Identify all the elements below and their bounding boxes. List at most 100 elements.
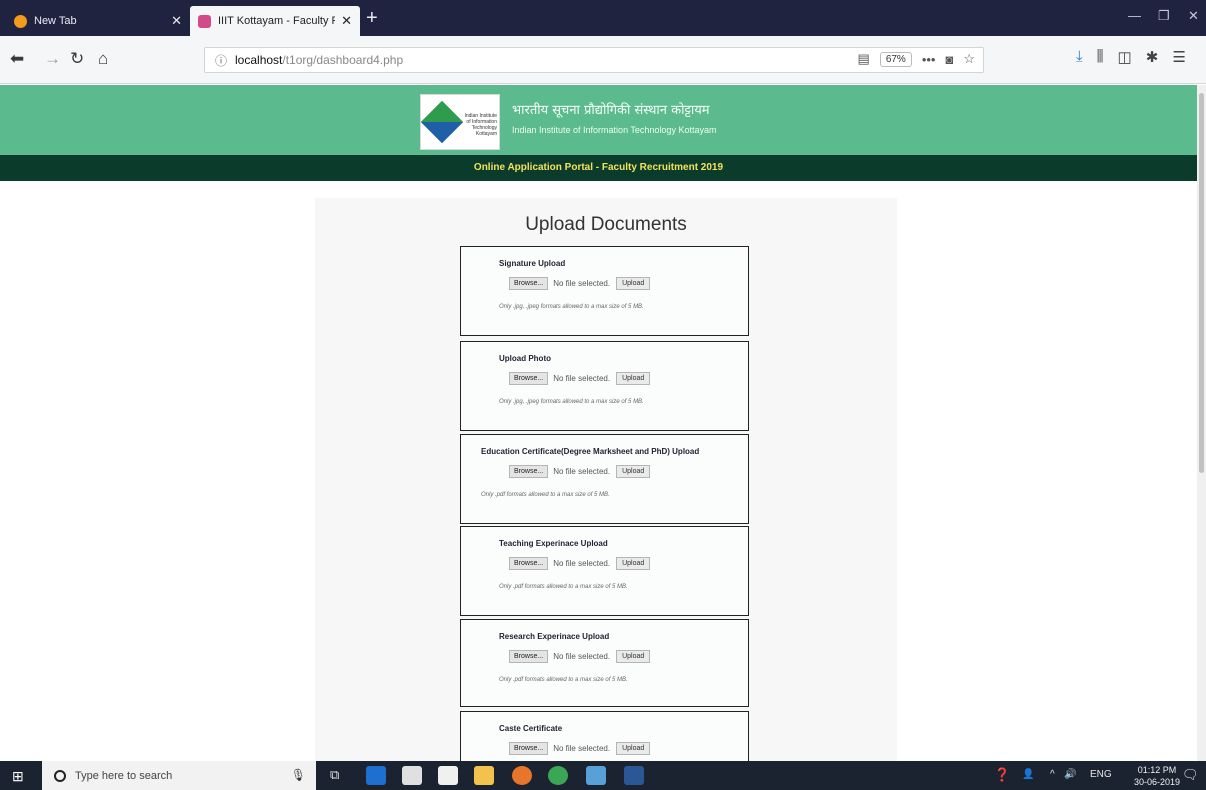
browse-button[interactable]: Browse... xyxy=(509,742,549,755)
upload-panel: Upload Documents Signature Upload Browse… xyxy=(315,198,897,771)
page-title: Upload Documents xyxy=(525,214,687,235)
upload-card-label: Teaching Experinace Upload xyxy=(499,539,608,548)
file-input-row: Browse... No file selected. Upload xyxy=(509,650,651,663)
browse-button[interactable]: Browse... xyxy=(509,557,549,570)
file-input-row: Browse... No file selected. Upload xyxy=(509,742,651,755)
help-icon[interactable]: ❓ xyxy=(994,767,1010,783)
reload-icon[interactable]: ↻ xyxy=(70,47,84,71)
sidebar-icon[interactable]: ◫ xyxy=(1118,48,1132,66)
format-hint: Only .jpg, .jpeg formats allowed to a ma… xyxy=(499,304,644,310)
site-favicon-icon xyxy=(198,14,211,28)
address-bar[interactable]: ⓘ localhost /t1org/dashboard4.php ▤ 67% … xyxy=(204,47,984,73)
portal-banner-text: Online Application Portal - Faculty Recr… xyxy=(473,162,724,173)
close-window-icon[interactable]: ✕ xyxy=(1188,8,1199,24)
upload-card-teaching: Teaching Experinace Upload Browse... No … xyxy=(460,526,749,616)
file-input-row: Browse... No file selected. Upload xyxy=(509,277,651,290)
tab-label: IIIT Kottayam - Faculty Recruitm xyxy=(218,15,335,27)
library-icon[interactable]: ⫼ xyxy=(1097,48,1104,66)
notification-icon[interactable]: 🗨 xyxy=(1182,767,1199,783)
url-path: /t1org/dashboard4.php xyxy=(282,53,404,67)
upload-card-label: Research Experinace Upload xyxy=(499,632,610,641)
forward-icon[interactable]: → xyxy=(44,47,61,71)
english-title: Indian Institute of Information Technolo… xyxy=(512,125,717,135)
upload-card-signature: Signature Upload Browse... No file selec… xyxy=(460,246,749,336)
upload-button[interactable]: Upload xyxy=(616,465,651,478)
upload-card-label: Caste Certificate xyxy=(499,724,563,733)
restore-icon[interactable]: ❐ xyxy=(1158,8,1170,24)
browse-button[interactable]: Browse... xyxy=(509,277,549,290)
app-icon[interactable] xyxy=(586,766,606,785)
format-hint: Only .pdf formats allowed to a max size … xyxy=(481,492,610,498)
upload-button[interactable]: Upload xyxy=(616,742,651,755)
taskbar-clock[interactable]: 01:12 PM 30-06-2019 xyxy=(1134,764,1180,788)
zoom-level[interactable]: 67% xyxy=(879,51,912,67)
upload-button[interactable]: Upload xyxy=(616,372,651,385)
upload-card-education: Education Certificate(Degree Marksheet a… xyxy=(460,434,749,524)
people-icon[interactable]: 👤 xyxy=(1022,769,1034,780)
close-tab-icon[interactable]: ✕ xyxy=(341,13,352,29)
firefox-icon xyxy=(14,14,27,28)
tab-iiit-kottayam[interactable]: IIIT Kottayam - Faculty Recruitm ✕ xyxy=(190,6,360,36)
toolbar-icons: ⤓ ⫼ ◫ ✱ ☰ xyxy=(1076,48,1186,66)
upload-button[interactable]: Upload xyxy=(616,650,651,663)
windows-taskbar: ⊞ Type here to search 🎙 ⧉ ❓ 👤 ^ 🔊 ENG 01… xyxy=(0,761,1206,790)
browse-button[interactable]: Browse... xyxy=(509,465,549,478)
language-indicator[interactable]: ENG xyxy=(1090,769,1112,780)
taskbar-search[interactable]: Type here to search 🎙 xyxy=(42,761,316,790)
browse-button[interactable]: Browse... xyxy=(509,372,549,385)
upload-card-research: Research Experinace Upload Browse... No … xyxy=(460,619,749,707)
cortana-icon xyxy=(54,769,66,782)
word-icon[interactable] xyxy=(624,766,644,785)
back-icon[interactable]: ⬅ xyxy=(10,47,24,71)
tab-new-tab[interactable]: New Tab ✕ xyxy=(6,6,190,36)
volume-icon[interactable]: 🔊 xyxy=(1064,769,1076,780)
no-file-text: No file selected. xyxy=(553,467,611,476)
new-tab-icon[interactable]: + xyxy=(366,8,378,28)
minimize-icon[interactable]: — xyxy=(1128,8,1141,23)
upload-card-photo: Upload Photo Browse... No file selected.… xyxy=(460,341,749,431)
no-file-text: No file selected. xyxy=(553,559,611,568)
institute-logo: Indian Institute of Information Technolo… xyxy=(420,94,500,150)
store-icon[interactable] xyxy=(402,766,422,785)
menu-icon[interactable]: ☰ xyxy=(1172,48,1185,66)
download-icon[interactable]: ⤓ xyxy=(1076,48,1083,66)
file-explorer-icon[interactable] xyxy=(474,766,494,785)
microphone-icon[interactable]: 🎙 xyxy=(291,768,306,782)
windows-start-icon[interactable]: ⊞ xyxy=(12,768,24,785)
url-host: localhost xyxy=(235,53,283,67)
chrome-icon[interactable] xyxy=(548,766,568,785)
format-hint: Only .pdf formats allowed to a max size … xyxy=(499,584,628,590)
clock-time: 01:12 PM xyxy=(1137,765,1177,775)
hindi-title: भारतीय सूचना प्रौद्योगिकी संस्थान कोट्टा… xyxy=(512,103,710,118)
tab-label: New Tab xyxy=(34,15,77,27)
logo-text: Indian Institute of Information Technolo… xyxy=(464,113,497,137)
search-placeholder: Type here to search xyxy=(75,769,173,782)
reader-view-icon[interactable]: ▤ xyxy=(858,51,870,67)
no-file-text: No file selected. xyxy=(553,374,611,383)
format-hint: Only .jpg, .jpeg formats allowed to a ma… xyxy=(499,399,644,405)
upload-button[interactable]: Upload xyxy=(616,557,651,570)
mail-icon[interactable] xyxy=(438,766,458,785)
upload-button[interactable]: Upload xyxy=(616,277,651,290)
clock-date: 30-06-2019 xyxy=(1134,777,1181,787)
home-icon[interactable]: ⌂ xyxy=(98,47,108,71)
page-actions-icon[interactable]: ••• xyxy=(922,52,936,67)
close-tab-icon[interactable]: ✕ xyxy=(171,13,182,29)
format-hint: Only .pdf formats allowed to a max size … xyxy=(499,677,628,683)
no-file-text: No file selected. xyxy=(553,279,611,288)
page-scrollbar[interactable] xyxy=(1197,85,1206,761)
bookmark-star-icon[interactable]: ☆ xyxy=(963,51,975,67)
scrollbar-thumb[interactable] xyxy=(1199,93,1204,473)
pocket-icon[interactable]: ◙ xyxy=(945,52,953,67)
edge-icon[interactable] xyxy=(366,766,386,785)
site-header: Indian Institute of Information Technolo… xyxy=(0,85,1197,155)
upload-card-label: Signature Upload xyxy=(499,259,566,268)
tray-chevron-icon[interactable]: ^ xyxy=(1050,769,1055,780)
portal-banner: Online Application Portal - Faculty Recr… xyxy=(0,155,1197,181)
browse-button[interactable]: Browse... xyxy=(509,650,549,663)
no-file-text: No file selected. xyxy=(553,652,611,661)
task-view-icon[interactable]: ⧉ xyxy=(330,767,339,783)
firefox-taskbar-icon[interactable] xyxy=(512,766,532,785)
site-info-icon[interactable]: ⓘ xyxy=(215,52,227,69)
extension-icon[interactable]: ✱ xyxy=(1146,48,1159,66)
